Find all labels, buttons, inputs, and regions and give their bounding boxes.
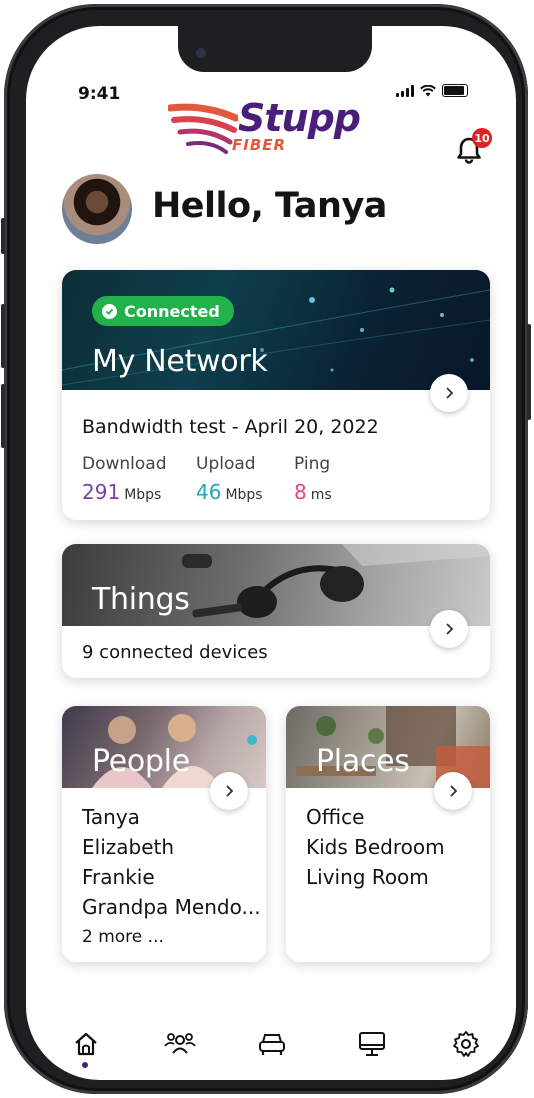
status-time: 9:41: [78, 84, 121, 104]
person-item[interactable]: Elizabeth: [82, 832, 261, 862]
check-icon: [102, 303, 117, 319]
nav-home[interactable]: [66, 1024, 106, 1068]
chevron-right-icon: [450, 785, 458, 797]
bandwidth-test-title: Bandwidth test - April 20, 2022: [82, 416, 379, 438]
person-item[interactable]: Frankie: [82, 862, 261, 892]
place-item[interactable]: Office: [306, 802, 445, 832]
car-icon: [259, 1034, 285, 1055]
places-list: Office Kids Bedroom Living Room: [306, 802, 445, 892]
places-title: Places: [316, 744, 410, 779]
signal-icon: [396, 84, 414, 97]
download-value: 291 Mbps: [82, 480, 161, 504]
ping-value: 8 ms: [294, 480, 332, 504]
connected-label: Connected: [124, 301, 220, 321]
people-more-link[interactable]: 2 more ...: [82, 922, 261, 952]
status-icons: [396, 84, 468, 97]
upload-unit: Mbps: [225, 487, 263, 503]
chevron-right-icon: [446, 387, 454, 399]
brand-logo: Stupp FIBER: [168, 96, 368, 158]
ping-unit: ms: [310, 487, 332, 503]
things-title: Things: [92, 582, 190, 617]
download-label: Download: [82, 454, 167, 474]
things-chevron-button[interactable]: [430, 610, 468, 648]
notifications-button[interactable]: 10: [456, 128, 492, 164]
upload-label: Upload: [196, 454, 256, 474]
things-subtitle: 9 connected devices: [82, 642, 268, 663]
chevron-right-icon: [446, 623, 454, 635]
greeting: Hello, Tanya: [152, 186, 387, 226]
upload-number: 46: [196, 480, 222, 504]
front-camera: [196, 48, 206, 58]
monitor-icon: [359, 1032, 385, 1056]
brand-sub: FIBER: [232, 136, 287, 154]
network-title: My Network: [92, 344, 268, 379]
nav-devices[interactable]: [352, 1024, 392, 1064]
people-card[interactable]: People Tanya Elizabeth Frankie Grandpa M…: [62, 706, 266, 962]
brand-swoosh-icon: [168, 103, 238, 154]
nav-car[interactable]: [252, 1024, 292, 1064]
network-hero-image: Connected My Network: [62, 270, 490, 390]
network-chevron-button[interactable]: [430, 374, 468, 412]
phone-frame: 9:41 Stupp FIBER 10 Hello, Tanya Connect…: [1, 4, 531, 1094]
person-item[interactable]: Grandpa Mendo...: [82, 892, 261, 922]
home-icon: [75, 1032, 97, 1056]
power-button: [527, 324, 531, 420]
ping-label: Ping: [294, 454, 331, 474]
mute-switch: [1, 218, 5, 254]
chevron-right-icon: [226, 785, 234, 797]
connected-badge: Connected: [92, 296, 234, 326]
people-title: People: [92, 744, 190, 779]
nav-settings[interactable]: [446, 1024, 486, 1064]
people-list: Tanya Elizabeth Frankie Grandpa Mendo...…: [82, 802, 261, 952]
active-indicator: [82, 1062, 88, 1068]
things-card[interactable]: Things 9 connected devices: [62, 544, 490, 678]
place-item[interactable]: Living Room: [306, 862, 445, 892]
people-icon: [164, 1033, 196, 1054]
place-item[interactable]: Kids Bedroom: [306, 832, 445, 862]
nav-people[interactable]: [160, 1024, 200, 1064]
notch: [178, 26, 372, 72]
bottom-nav: [26, 1024, 516, 1074]
download-number: 291: [82, 480, 121, 504]
battery-icon: [442, 84, 468, 97]
network-card[interactable]: Connected My Network Bandwidth test - Ap…: [62, 270, 490, 520]
wifi-icon: [420, 84, 436, 96]
volume-up-button: [1, 304, 5, 368]
places-card[interactable]: Places Office Kids Bedroom Living Room: [286, 706, 490, 962]
upload-value: 46 Mbps: [196, 480, 263, 504]
things-hero-image: Things: [62, 544, 490, 626]
person-item[interactable]: Tanya: [82, 802, 261, 832]
notification-badge: 10: [472, 128, 492, 148]
screen: 9:41 Stupp FIBER 10 Hello, Tanya Connect…: [26, 26, 516, 1080]
download-unit: Mbps: [124, 487, 162, 503]
ping-number: 8: [294, 480, 307, 504]
avatar[interactable]: [62, 174, 132, 244]
volume-down-button: [1, 384, 5, 448]
brand-name: Stupp: [238, 96, 361, 140]
settings-icon: [453, 1031, 479, 1057]
